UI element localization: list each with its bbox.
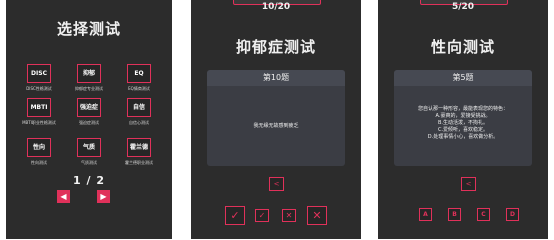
test-label: 气质测试	[81, 160, 97, 165]
triangle-left-icon: ◀	[60, 192, 67, 201]
test-tile[interactable]: 霍兰德	[127, 138, 151, 157]
test-label: DISC性格测试	[26, 86, 52, 91]
test-tile[interactable]: 性向	[27, 138, 51, 157]
test-tile[interactable]: 气质	[77, 138, 101, 157]
orientation-test-screen: 5/20 性向测试 第5题 您自认那一种形容，最能表现您的特色： A.豪爽的，爱…	[378, 0, 548, 239]
test-tile[interactable]: 抑郁	[77, 64, 101, 83]
close-icon: ✕	[312, 209, 322, 222]
back-button[interactable]: <	[269, 177, 284, 191]
page-indicator: 1 / 2	[73, 174, 105, 187]
test-option-orientation[interactable]: 性向 性向测试	[14, 138, 64, 166]
question-line: A.豪爽的，爱接受挑战。	[435, 113, 491, 119]
answer-d-button[interactable]: D	[506, 208, 519, 221]
answer-a-label: A	[423, 211, 428, 218]
back-button[interactable]: <	[461, 177, 476, 191]
test-tile[interactable]: EQ	[127, 64, 151, 83]
test-option-disc[interactable]: DISC DISC性格测试	[14, 64, 64, 92]
question-card: 第5题 您自认那一种形容，最能表现您的特色： A.豪爽的，爱接受挑战。 B.生动…	[394, 70, 532, 166]
test-label: EQ情商测试	[128, 86, 150, 91]
next-page-button[interactable]: ▶	[97, 190, 110, 203]
answer-c-button[interactable]: C	[477, 208, 490, 221]
depression-test-screen: 10/20 抑郁症测试 第10题 我无缘无故感到疲乏 < ✓ ✓ ✕ ✕	[191, 0, 361, 239]
question-line: C.爱倾听，喜欢稳定。	[437, 127, 489, 133]
test-label: 抑郁症专业测试	[75, 86, 103, 91]
test-option-mbti[interactable]: MBTI MBTI职业性格测试	[14, 98, 64, 126]
question-number: 第5题	[394, 70, 532, 86]
chevron-left-icon: <	[465, 180, 472, 188]
test-option-holland[interactable]: 霍兰德 霍兰德职业测试	[114, 138, 164, 166]
answer-strong-no-button[interactable]: ✕	[307, 206, 327, 225]
test-option-ocd[interactable]: 强迫症 强迫症测试	[64, 98, 114, 126]
page-title: 选择测试	[56, 20, 121, 38]
answer-strong-yes-button[interactable]: ✓	[225, 206, 245, 225]
question-text: 我无缘无故感到疲乏	[253, 123, 299, 129]
chevron-left-icon: <	[273, 180, 280, 188]
question-text: 您自认那一种形容，最能表现您的特色： A.豪爽的，爱接受挑战。 B.生动活泼，不…	[394, 86, 532, 141]
test-option-temperament[interactable]: 气质 气质测试	[64, 138, 114, 166]
answer-b-button[interactable]: B	[448, 208, 461, 221]
test-label: MBTI职业性格测试	[22, 120, 56, 125]
progress-counter: 10/20	[261, 2, 291, 12]
close-icon: ✕	[285, 211, 293, 220]
answer-d-label: D	[510, 211, 515, 218]
question-line: D.处理事情小心，喜欢做分析。	[427, 134, 499, 140]
test-tile[interactable]: 自信	[127, 98, 151, 117]
answer-b-label: B	[452, 211, 457, 218]
prev-page-button[interactable]: ◀	[57, 190, 70, 203]
triangle-right-icon: ▶	[100, 192, 107, 201]
test-option-confidence[interactable]: 自信 自信心测试	[114, 98, 164, 126]
question-card: 第10题 我无缘无故感到疲乏	[207, 70, 345, 166]
answer-no-button[interactable]: ✕	[282, 209, 296, 222]
answer-a-button[interactable]: A	[419, 208, 432, 221]
test-tile[interactable]: MBTI	[27, 98, 51, 117]
page-title: 抑郁症测试	[235, 38, 316, 56]
test-label: 霍兰德职业测试	[125, 160, 153, 165]
test-tile[interactable]: DISC	[27, 64, 51, 83]
test-tile[interactable]: 强迫症	[77, 98, 101, 117]
check-icon: ✓	[230, 209, 240, 222]
check-icon: ✓	[258, 211, 266, 220]
question-line: 您自认那一种形容，最能表现您的特色：	[417, 106, 508, 112]
test-option-eq[interactable]: EQ EQ情商测试	[114, 64, 164, 92]
test-option-depression[interactable]: 抑郁 抑郁症专业测试	[64, 64, 114, 92]
test-label: 性向测试	[31, 160, 47, 165]
page-title: 性向测试	[430, 38, 495, 56]
answer-yes-button[interactable]: ✓	[255, 209, 269, 222]
question-line: B.生动活泼，不拘礼。	[437, 120, 489, 126]
test-label: 自信心测试	[129, 120, 149, 125]
question-number: 第10题	[207, 70, 345, 86]
answer-c-label: C	[481, 211, 486, 218]
progress-counter: 5/20	[451, 2, 475, 12]
test-label: 强迫症测试	[79, 120, 99, 125]
test-selection-screen: 选择测试 DISC DISC性格测试 抑郁 抑郁症专业测试 EQ EQ情商测试 …	[6, 0, 172, 239]
screenshot-stage: 选择测试 DISC DISC性格测试 抑郁 抑郁症专业测试 EQ EQ情商测试 …	[0, 0, 554, 239]
